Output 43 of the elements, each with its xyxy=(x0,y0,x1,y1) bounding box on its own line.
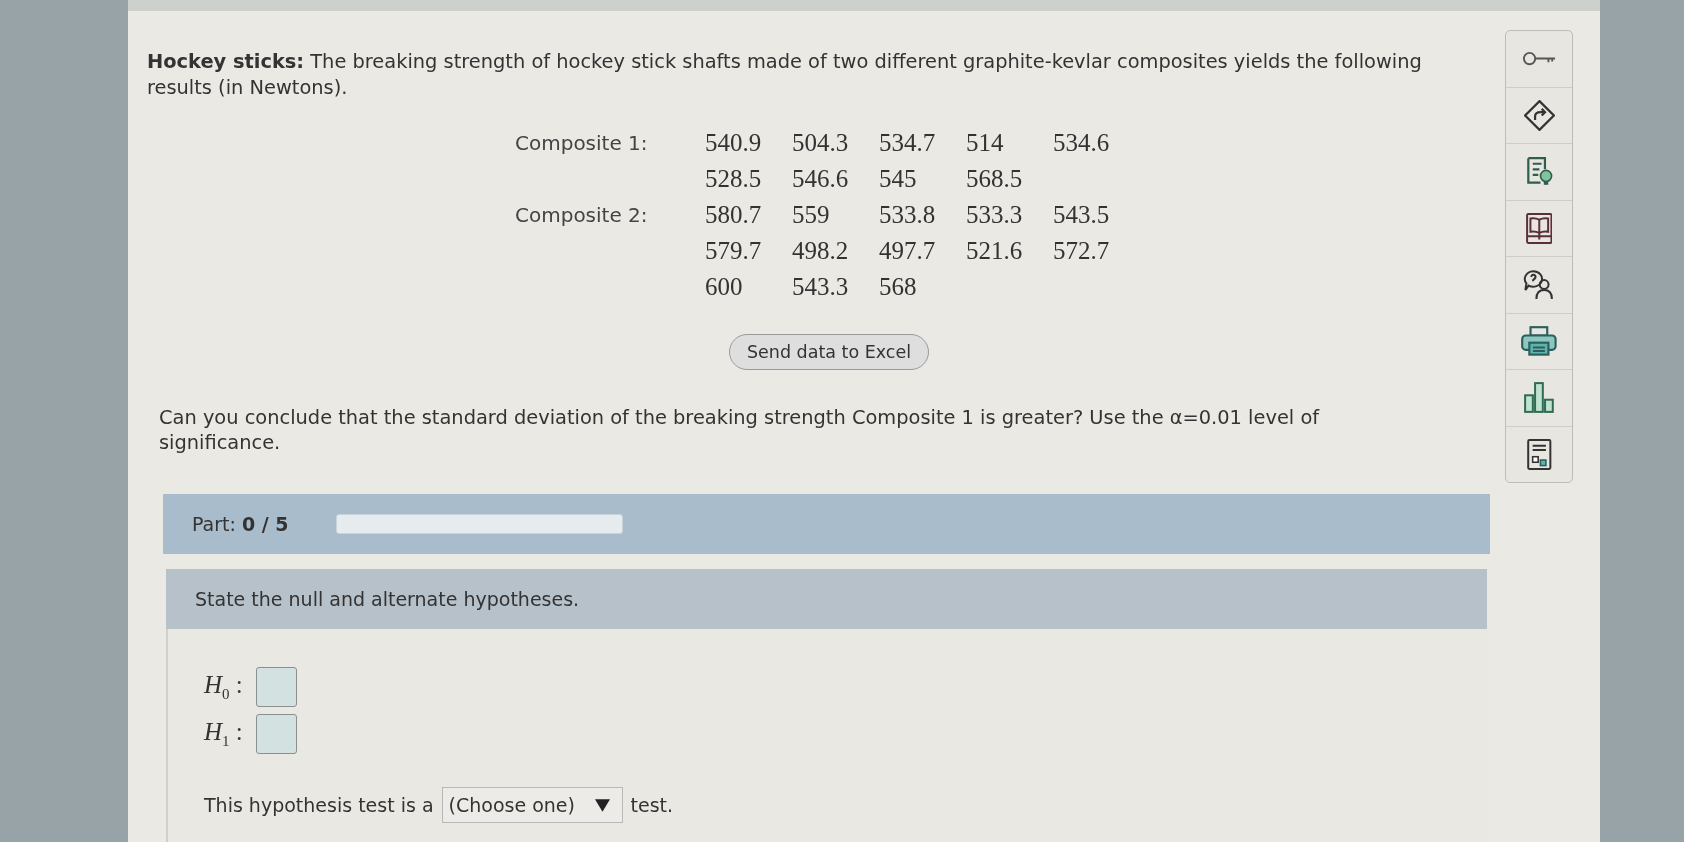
caret-icon xyxy=(594,798,610,812)
book-icon[interactable] xyxy=(1525,212,1553,244)
hypothesis-label: H$_{0}$ : xyxy=(204,671,244,703)
data-value: 504.3 xyxy=(792,129,850,157)
data-value: 543.3 xyxy=(792,273,850,301)
data-value: 543.5 xyxy=(1053,201,1111,229)
data-value: 498.2 xyxy=(792,237,850,265)
hypothesis-label: H$_{1}$ : xyxy=(204,718,244,750)
data-value: 521.6 xyxy=(966,237,1024,265)
question-text: Can you conclude that the standard deviation of the breaking strength Composite 1 is greater? Use the α=0.01 level of significance. xyxy=(159,405,1321,455)
send-to-excel-button[interactable]: Send data to Excel xyxy=(729,334,929,370)
problem-text: Hockey sticks: The breaking strength of hockey stick shafts made of two different graphite-kevlar composites yields the following results (in Newtons). xyxy=(147,49,1423,101)
group-label: Composite 1: xyxy=(515,131,649,155)
key-icon[interactable] xyxy=(1522,51,1556,67)
data-value: 545 xyxy=(879,165,918,193)
data-value: 568.5 xyxy=(966,165,1024,193)
data-value: 546.6 xyxy=(792,165,850,193)
sentence-text: This hypothesis test is a xyxy=(204,794,434,816)
part-counter: Part: 0 / 5 xyxy=(192,513,290,535)
data-value: 572.7 xyxy=(1053,237,1111,265)
group-label: Composite 2: xyxy=(515,203,649,227)
question-person-icon[interactable] xyxy=(1522,269,1556,301)
data-value: 600 xyxy=(705,273,744,301)
bar-chart-icon[interactable] xyxy=(1523,382,1555,414)
step-header: State the null and alternate hypotheses. xyxy=(166,569,1487,629)
data-value: 534.7 xyxy=(879,129,937,157)
data-value: 568 xyxy=(879,273,918,301)
data-value: 497.7 xyxy=(879,237,937,265)
data-value: 534.6 xyxy=(1053,129,1111,157)
data-value: 580.7 xyxy=(705,201,763,229)
data-value: 540.9 xyxy=(705,129,763,157)
data-value: 528.5 xyxy=(705,165,763,193)
data-value: 514 xyxy=(966,129,1005,157)
printer-icon[interactable] xyxy=(1521,325,1557,357)
choose-one-dropdown[interactable]: (Choose one) xyxy=(441,787,623,823)
sentence-text: test. xyxy=(630,794,674,816)
diamond-arrow-icon[interactable] xyxy=(1523,99,1555,131)
data-value: 579.7 xyxy=(705,237,763,265)
data-value: 533.3 xyxy=(966,201,1024,229)
document-icon[interactable] xyxy=(1525,438,1553,470)
data-value: 559 xyxy=(792,201,831,229)
document-bulb-icon[interactable] xyxy=(1524,156,1554,188)
data-value: 533.8 xyxy=(879,201,937,229)
